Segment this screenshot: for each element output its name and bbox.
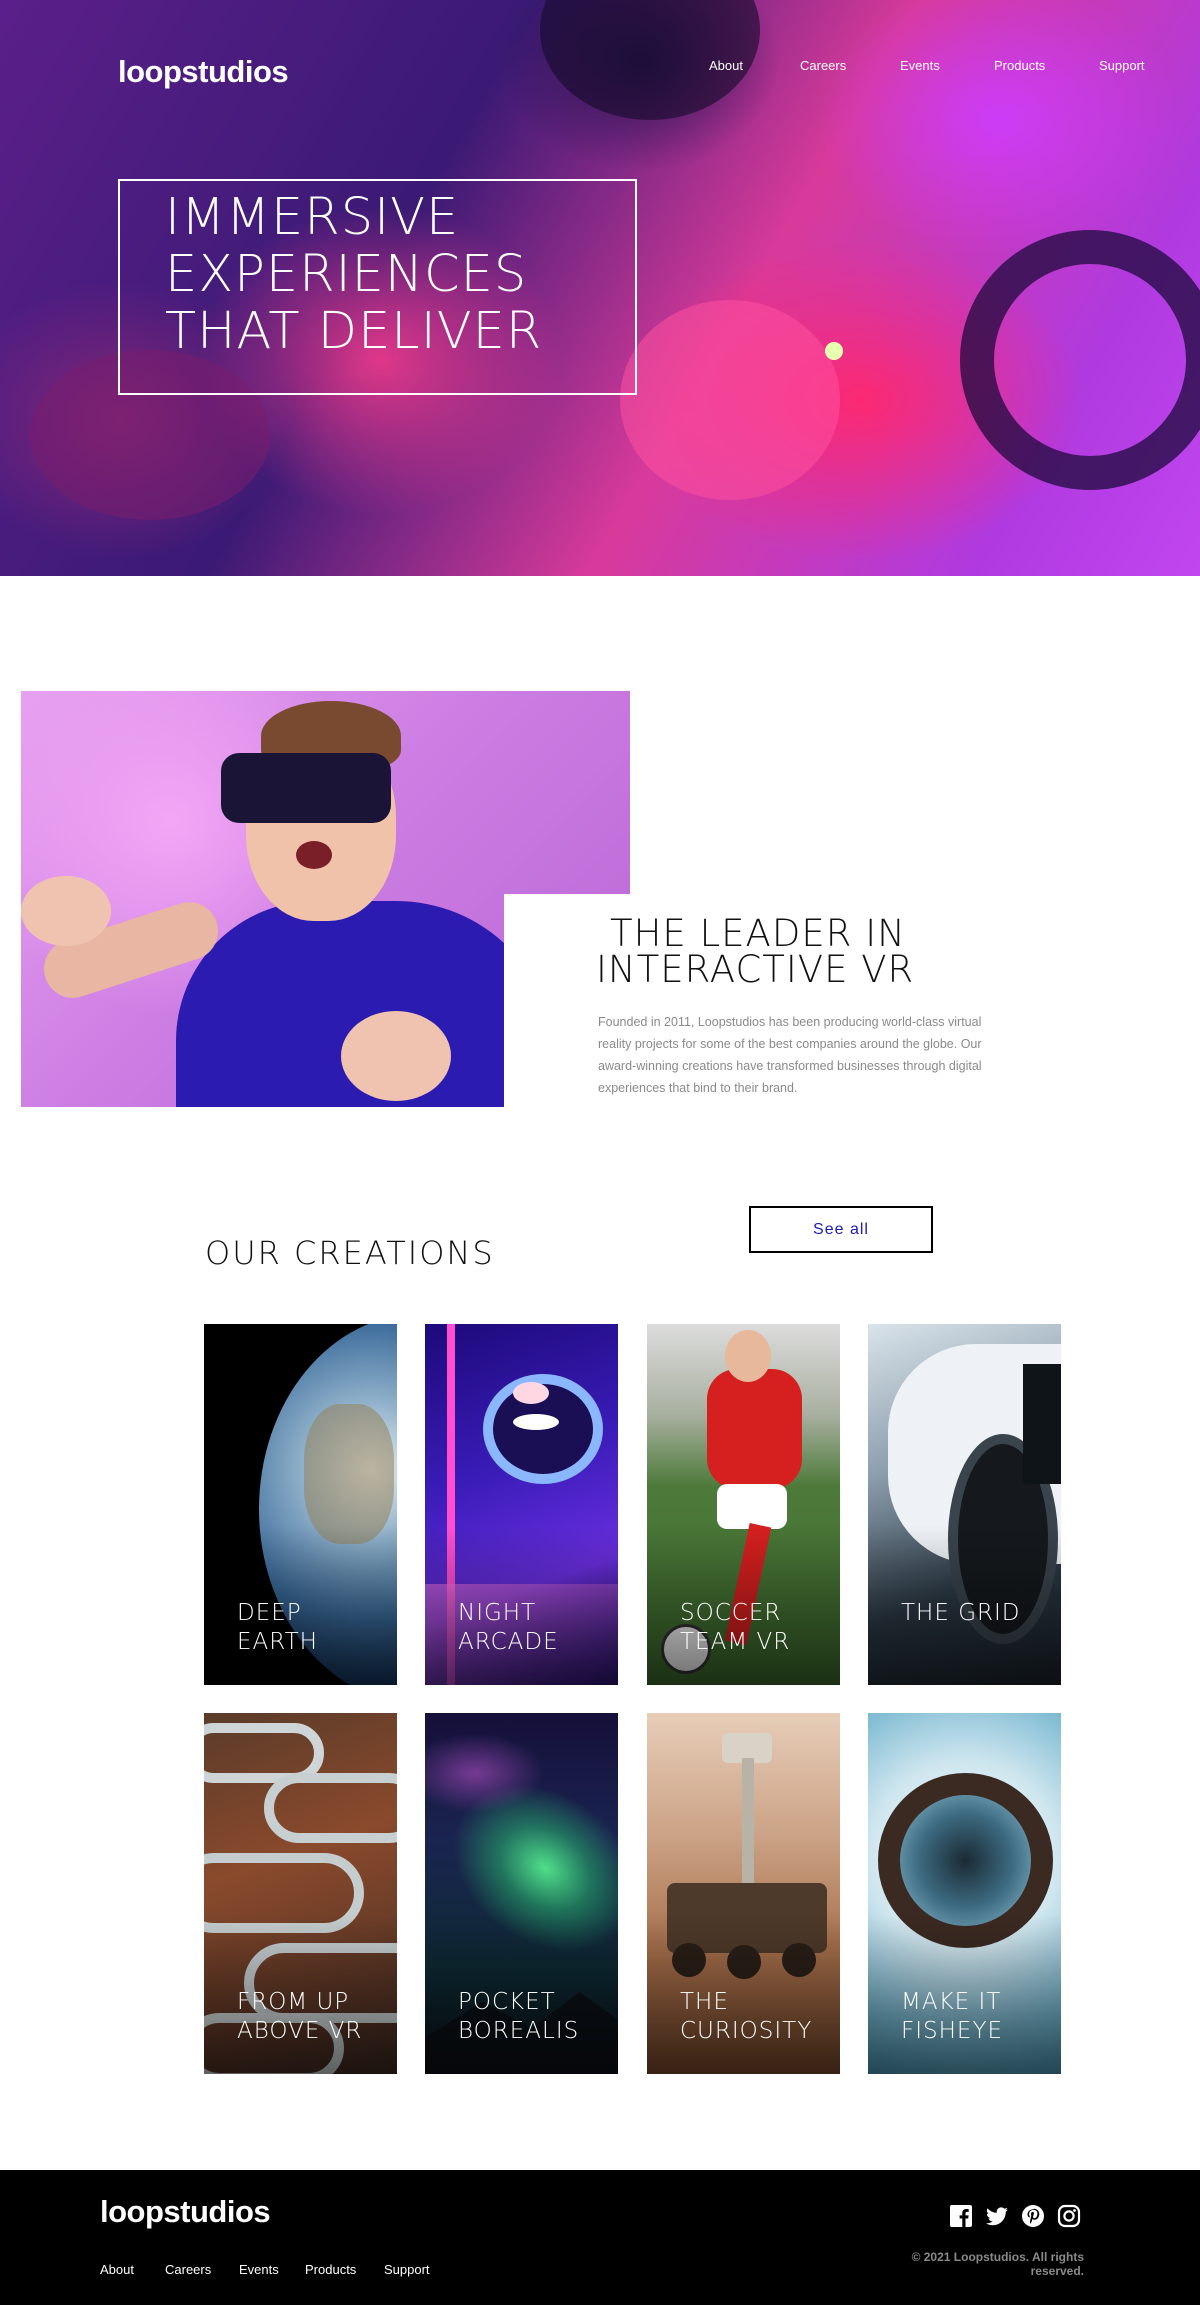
creation-card-label-line: EARTH [237, 1629, 318, 1655]
hero-title-box: IMMERSIVE EXPERIENCES THAT DELIVER [118, 179, 637, 395]
hero-title-line: IMMERSIVE [165, 188, 460, 247]
creation-card-label-line: TEAM VR [680, 1629, 791, 1655]
creation-card-label: THE CURIOSITY [680, 1988, 830, 2046]
nav-item-support[interactable]: Support [1099, 58, 1145, 73]
main-nav: About Careers Events Products Support [0, 58, 1200, 78]
see-all-button[interactable]: See all [749, 1206, 933, 1253]
creation-card-the-grid[interactable]: THE GRID [868, 1324, 1061, 1685]
card-image-shape [707, 1369, 802, 1489]
nav-item-events[interactable]: Events [900, 58, 940, 73]
hero-image-shape [825, 342, 843, 360]
nav-item-products[interactable]: Products [994, 58, 1045, 73]
card-image-shape [742, 1758, 754, 1888]
creation-card-label-line: POCKET [458, 1989, 556, 2015]
footer-nav-item-careers[interactable]: Careers [165, 2262, 211, 2277]
nav-item-about[interactable]: About [709, 58, 743, 73]
interactive-title-line: THE LEADER IN [610, 912, 906, 955]
creation-card-night-arcade[interactable]: NIGHT ARCADE [425, 1324, 618, 1685]
creation-card-label-line: DEEP [237, 1600, 302, 1626]
card-image-shape [304, 1404, 394, 1544]
creation-card-deep-earth[interactable]: DEEP EARTH [204, 1324, 397, 1685]
creation-card-label: DEEP EARTH [237, 1599, 387, 1657]
card-image-shape [513, 1382, 549, 1404]
footer: loopstudios About Careers Events Product… [0, 2170, 1200, 2305]
footer-nav-item-events[interactable]: Events [239, 2262, 279, 2277]
footer-nav-item-support[interactable]: Support [384, 2262, 430, 2277]
creation-card-label-line: MAKE IT [901, 1989, 1002, 2015]
hero-title-line: THAT DELIVER [165, 302, 543, 361]
creation-card-label: SOCCER TEAM VR [680, 1599, 830, 1657]
creation-card-label: NIGHT ARCADE [458, 1599, 608, 1657]
footer-logo[interactable]: loopstudios [100, 2194, 271, 2230]
nav-item-careers[interactable]: Careers [800, 58, 846, 73]
vr-image-shape [296, 841, 332, 869]
facebook-icon[interactable] [949, 2204, 973, 2228]
interactive-text: Founded in 2011, Loopstudios has been pr… [598, 1015, 982, 1095]
hero-image-shape [960, 230, 1200, 490]
card-image-shape [725, 1330, 771, 1382]
creation-card-make-it-fisheye[interactable]: MAKE IT FISHEYE [868, 1713, 1061, 2074]
hero-image-shape [620, 300, 840, 500]
creation-card-the-curiosity[interactable]: THE CURIOSITY [647, 1713, 840, 2074]
twitter-icon[interactable] [985, 2204, 1009, 2228]
creation-card-label-line: ABOVE VR [237, 2018, 363, 2044]
creation-card-label: MAKE IT FISHEYE [901, 1988, 1051, 2046]
card-image-shape [1023, 1364, 1061, 1484]
creation-card-pocket-borealis[interactable]: POCKET BOREALIS [425, 1713, 618, 2074]
interactive-title: THE LEADER IN INTERACTIVE VR [596, 912, 986, 991]
card-image-shape [717, 1484, 787, 1529]
creation-card-label-line: FISHEYE [901, 2018, 1004, 2044]
hero-section: loopstudios About Careers Events Product… [0, 0, 1200, 576]
creation-card-label-line: FROM UP [237, 1989, 350, 2015]
footer-nav-item-products[interactable]: Products [305, 2262, 356, 2277]
instagram-icon[interactable] [1057, 2204, 1081, 2228]
copyright-text: © 2021 Loopstudios. All rights reserved. [911, 2250, 1084, 2278]
hero-title-line: EXPERIENCES [165, 245, 528, 304]
creation-card-label-line: ARCADE [458, 1629, 559, 1655]
vr-image-shape [221, 753, 391, 823]
pinterest-icon[interactable] [1021, 2204, 1045, 2228]
creation-card-label-line: THE [680, 1989, 729, 2015]
interactive-title-line: INTERACTIVE VR [596, 948, 915, 991]
creation-card-label-line: THE GRID [901, 1600, 1021, 1626]
interactive-card: THE LEADER IN INTERACTIVE VR Founded in … [504, 894, 1004, 1124]
creation-card-soccer-team-vr[interactable]: SOCCER TEAM VR [647, 1324, 840, 1685]
creations-title: OUR CREATIONS [205, 1234, 495, 1272]
card-image-shape [513, 1414, 559, 1430]
footer-nav-item-about[interactable]: About [100, 2262, 134, 2277]
card-image-shape [264, 1773, 397, 1843]
creation-card-label-line: NIGHT [458, 1600, 537, 1626]
creation-card-from-up-above-vr[interactable]: FROM UP ABOVE VR [204, 1713, 397, 2074]
creation-card-label: FROM UP ABOVE VR [237, 1988, 387, 2046]
vr-image-shape [341, 1011, 451, 1101]
hero-title: IMMERSIVE EXPERIENCES THAT DELIVER [165, 189, 625, 360]
vr-image-shape [21, 876, 111, 946]
creation-card-label: POCKET BOREALIS [458, 1988, 608, 2046]
creation-card-label-line: SOCCER [680, 1600, 782, 1626]
creation-card-label-line: BOREALIS [458, 2018, 580, 2044]
creation-card-label-line: CURIOSITY [680, 2018, 813, 2044]
creation-card-label: THE GRID [901, 1599, 1051, 1628]
